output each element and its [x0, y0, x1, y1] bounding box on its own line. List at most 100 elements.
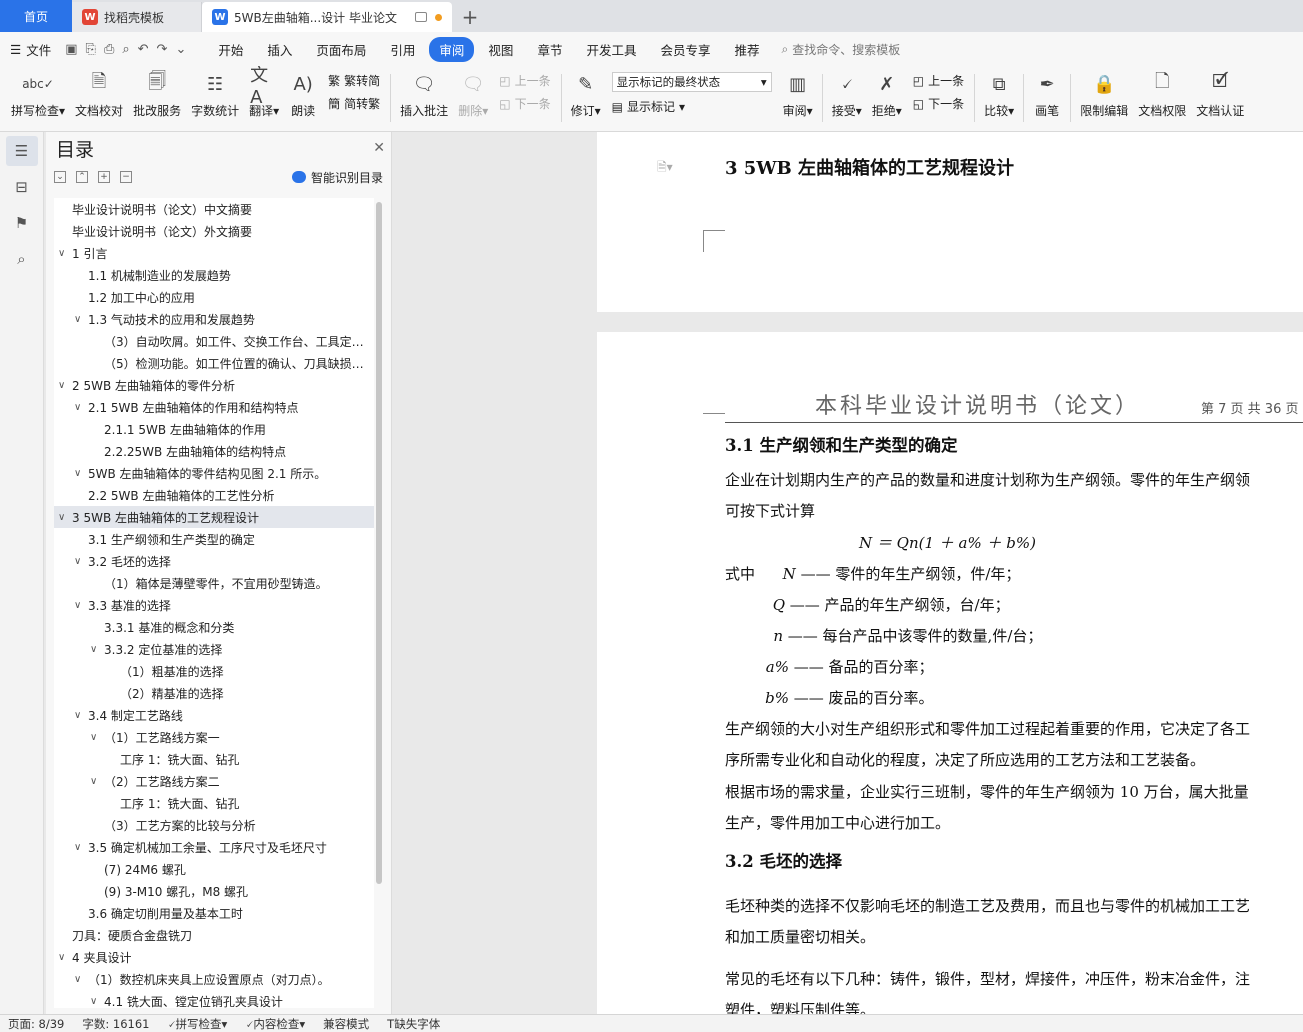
doc-cert-button[interactable]: 🗹 文档认证 — [1191, 66, 1249, 126]
read-aloud-button[interactable]: A) 朗读 — [284, 66, 322, 126]
menu-insert[interactable]: 插入 — [257, 37, 302, 62]
toc-item[interactable]: ∨ 3.5 确定机械加工余量、工序尺寸及毛坯尺寸 — [54, 836, 374, 858]
toc-item[interactable]: 毕业设计说明书（论文）中文摘要 — [54, 198, 374, 220]
track-changes-button[interactable]: ✎ 修订▾ — [566, 66, 606, 126]
toc-item[interactable]: ∨ 4.1 铣大面、镗定位销孔夹具设计 — [54, 990, 374, 1009]
toc-item[interactable]: （3）自动吹屑。如工件、交换工作台、工具定… — [54, 330, 374, 352]
toc-item[interactable]: 3.1 生产纲领和生产类型的确定 — [54, 528, 374, 550]
chevron-down-icon[interactable]: ∨ — [90, 776, 104, 787]
toc-item[interactable]: ∨ 1.3 气动技术的应用和发展趋势 — [54, 308, 374, 330]
delete-comment-button[interactable]: 🗨 删除▾ — [453, 66, 493, 126]
window-icon[interactable] — [415, 12, 427, 22]
toc-item[interactable]: ∨ 1 引言 — [54, 242, 374, 264]
missing-font[interactable]: T缺失字体 — [387, 1016, 440, 1032]
redo-icon[interactable]: ↷ — [157, 42, 168, 57]
chevron-down-icon[interactable]: ∨ — [58, 380, 72, 391]
smart-toc-button[interactable]: 智能识别目录 — [291, 169, 383, 186]
print-icon[interactable]: ⎙ — [104, 42, 114, 57]
toc-item[interactable]: 刀具：硬质合金盘铣刀 — [54, 924, 374, 946]
chevron-down-icon[interactable]: ∨ — [58, 952, 72, 963]
toc-item[interactable]: 2.2.25WB 左曲轴箱体的结构特点 — [54, 440, 374, 462]
insert-comment-button[interactable]: 🗨 插入批注 — [395, 66, 453, 126]
undo-icon[interactable]: ↶ — [138, 42, 149, 57]
markup-state-select[interactable]: 显示标记的最终状态 ▾ — [611, 72, 772, 92]
toc-item[interactable]: 3.6 确定切削用量及基本工时 — [54, 902, 374, 924]
tab-home[interactable]: 首页 — [0, 0, 72, 32]
chevron-down-icon[interactable]: ∨ — [90, 644, 104, 655]
simp-to-trad-button[interactable]: 簡简转繁 — [328, 95, 380, 112]
toc-item[interactable]: ∨ 4 夹具设计 — [54, 946, 374, 968]
chevron-down-icon[interactable]: ∨ — [74, 402, 88, 413]
toc-item[interactable]: ∨ 3.2 毛坯的选择 — [54, 550, 374, 572]
prev-change-button[interactable]: ◰ 上一条 — [913, 72, 964, 89]
toc-icon[interactable]: ☰ — [5, 136, 38, 166]
print-preview-icon[interactable]: ⌕ — [122, 42, 129, 57]
chevron-down-icon[interactable]: ∨ — [74, 600, 88, 611]
menu-layout[interactable]: 页面布局 — [306, 37, 376, 62]
close-icon[interactable]: ✕ — [373, 140, 385, 156]
toc-item[interactable]: 工序 1：铣大面、钻孔 — [54, 792, 374, 814]
toc-item[interactable]: ∨ 2.1 5WB 左曲轴箱体的作用和结构特点 — [54, 396, 374, 418]
word-count-button[interactable]: ☷ 字数统计 — [186, 66, 244, 126]
toc-item[interactable]: （2）精基准的选择 — [54, 682, 374, 704]
toc-item[interactable]: 1.1 机械制造业的发展趋势 — [54, 264, 374, 286]
chevron-down-icon[interactable]: ∨ — [74, 842, 88, 853]
chevron-down-icon[interactable]: ⌄ — [175, 42, 186, 57]
chevron-down-icon[interactable]: ∨ — [74, 710, 88, 721]
toc-item[interactable]: 2.2 5WB 左曲轴箱体的工艺性分析 — [54, 484, 374, 506]
chevron-down-icon[interactable]: ∨ — [58, 248, 72, 259]
chevron-down-icon[interactable]: ∨ — [74, 314, 88, 325]
toc-item[interactable]: 2.1.1 5WB 左曲轴箱体的作用 — [54, 418, 374, 440]
menu-review[interactable]: 审阅 — [429, 36, 475, 62]
collapse-all-icon[interactable]: ⌃ — [76, 171, 88, 183]
chevron-down-icon[interactable]: ∨ — [74, 468, 88, 479]
compare-button[interactable]: ⧉ 比较▾ — [979, 66, 1019, 126]
menu-chapter[interactable]: 章节 — [527, 37, 572, 62]
menu-start[interactable]: 开始 — [208, 37, 253, 62]
toc-scrollbar[interactable] — [376, 202, 382, 884]
batch-service-button[interactable]: 🗐 批改服务 — [128, 66, 186, 126]
save-icon[interactable]: ▣ — [65, 42, 77, 57]
toc-item[interactable]: ∨ （2）工艺路线方案二 — [54, 770, 374, 792]
toc-item[interactable]: 工序 1：铣大面、钻孔 — [54, 748, 374, 770]
chevron-down-icon[interactable]: ∨ — [74, 556, 88, 567]
toc-item[interactable]: （1）粗基准的选择 — [54, 660, 374, 682]
chevron-down-icon[interactable]: ∨ — [58, 512, 72, 523]
doc-proof-button[interactable]: 🗎 文档校对 — [70, 66, 128, 126]
toc-item[interactable]: ∨ 2 5WB 左曲轴箱体的零件分析 — [54, 374, 374, 396]
prev-comment-button[interactable]: ◰ 上一条 — [499, 72, 550, 89]
chevron-down-icon[interactable]: ∨ — [90, 732, 104, 743]
word-count-indicator[interactable]: 字数: 16161 — [82, 1016, 149, 1032]
next-comment-button[interactable]: ◱ 下一条 — [499, 95, 550, 112]
translate-button[interactable]: 文A 翻译▾ — [244, 66, 284, 126]
toc-item[interactable]: ∨ 3.4 制定工艺路线 — [54, 704, 374, 726]
menu-view[interactable]: 视图 — [478, 37, 523, 62]
file-menu[interactable]: ☰ 文件 — [10, 40, 51, 59]
toc-item[interactable]: (7) 24M6 螺孔 — [54, 858, 374, 880]
status-spell-check[interactable]: 🗸拼写检查▾ — [167, 1016, 227, 1032]
toc-item[interactable]: 1.2 加工中心的应用 — [54, 286, 374, 308]
spell-check-button[interactable]: abc✓ 拼写检查▾ — [6, 66, 70, 126]
toc-item[interactable]: ∨ 3.3.2 定位基准的选择 — [54, 638, 374, 660]
toc-item[interactable]: （5）检测功能。如工件位置的确认、刀具缺损… — [54, 352, 374, 374]
pen-button[interactable]: ✒ 画笔 — [1028, 66, 1066, 126]
add-entry-icon[interactable]: + — [98, 171, 110, 183]
next-change-button[interactable]: ◱ 下一条 — [913, 95, 964, 112]
show-markup-button[interactable]: ▤ 显示标记 ▾ — [612, 98, 772, 115]
toc-item[interactable]: （3）工艺方案的比较与分析 — [54, 814, 374, 836]
accept-button[interactable]: 🗸 接受▾ — [827, 66, 867, 126]
review-pane-button[interactable]: ▥ 审阅▾ — [778, 66, 818, 126]
new-tab-plus-icon[interactable]: + — [452, 2, 488, 32]
compat-mode[interactable]: 兼容模式 — [323, 1016, 369, 1032]
reject-button[interactable]: ✗ 拒绝▾ — [867, 66, 907, 126]
toc-item[interactable]: ∨ 3 5WB 左曲轴箱体的工艺规程设计 — [54, 506, 374, 528]
trad-to-simp-button[interactable]: 繁繁转简 — [328, 72, 380, 89]
export-pdf-icon[interactable]: ⎘ — [86, 42, 96, 57]
menu-member[interactable]: 会员专享 — [650, 37, 720, 62]
toc-item[interactable]: （1）箱体是薄壁零件，不宜用砂型铸造。 — [54, 572, 374, 594]
tab-document[interactable]: W 5WB左曲轴箱...设计 毕业论文 — [202, 2, 452, 32]
search-icon[interactable]: ⌕ — [6, 244, 38, 274]
toc-item[interactable]: 3.3.1 基准的概念和分类 — [54, 616, 374, 638]
restrict-edit-button[interactable]: 🔒 限制编辑 — [1075, 66, 1133, 126]
tab-daoke[interactable]: W 找稻壳模板 — [72, 2, 202, 32]
